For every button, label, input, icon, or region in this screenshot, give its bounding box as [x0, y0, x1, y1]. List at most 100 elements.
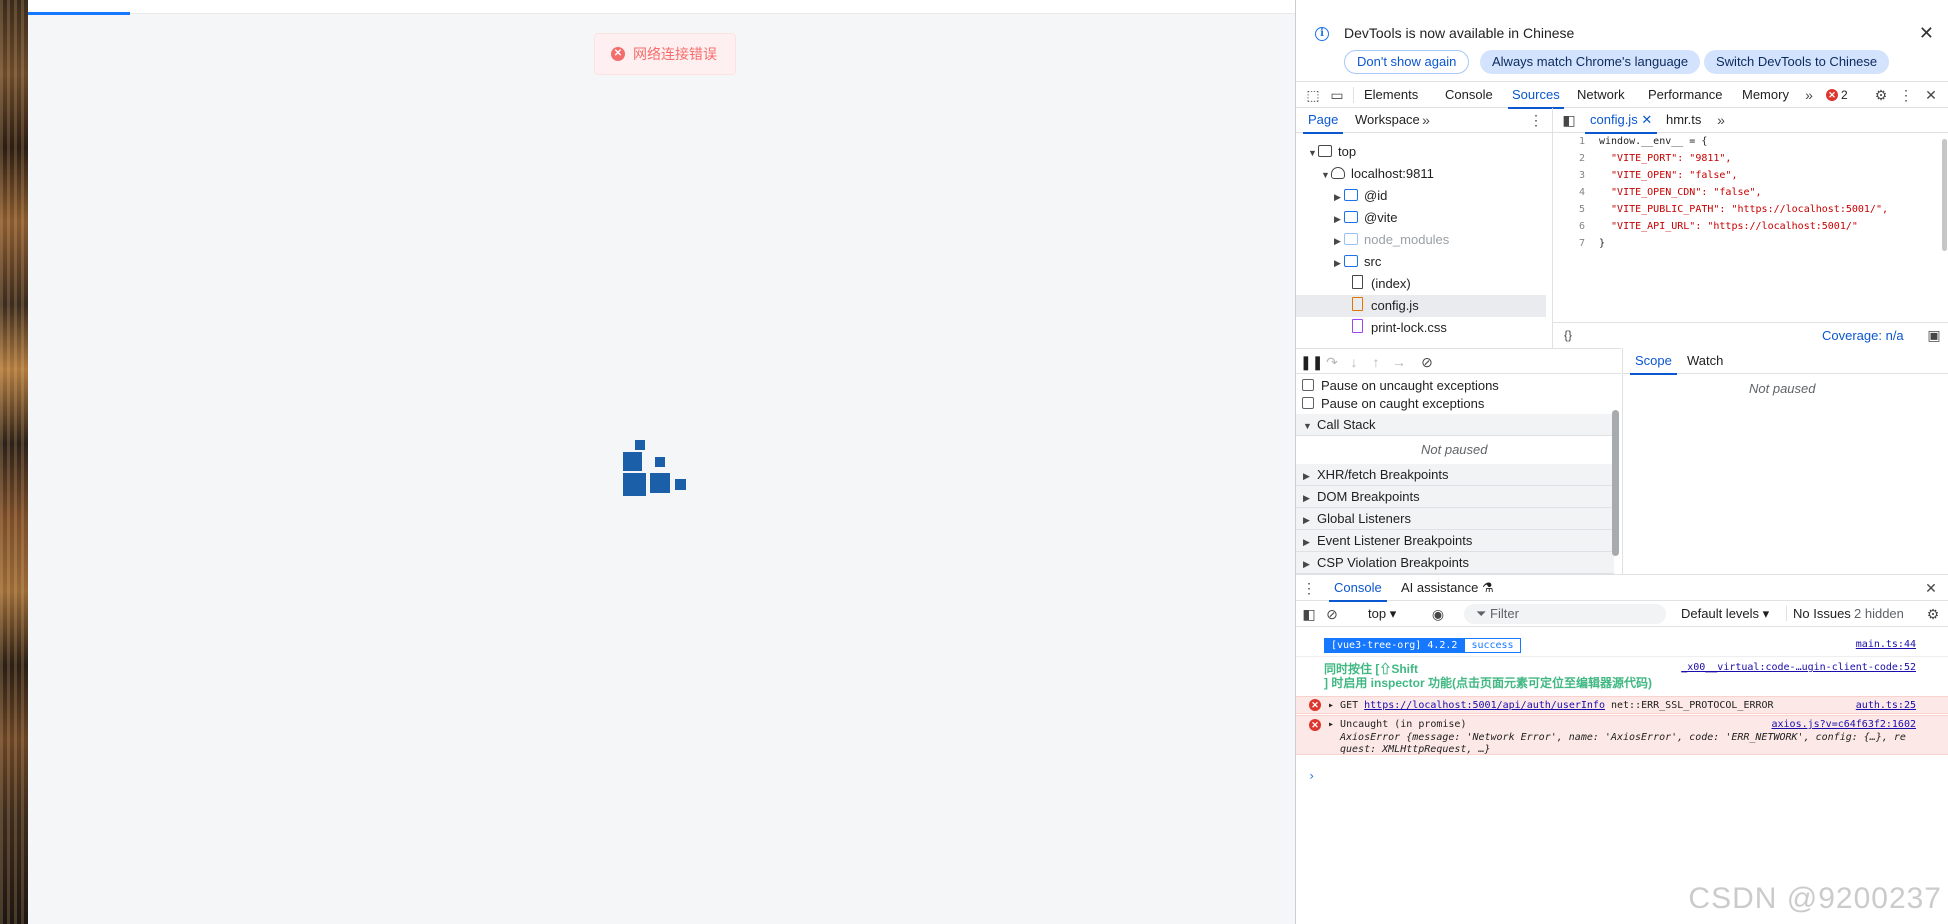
editor-scrollbar[interactable]	[1942, 139, 1947, 251]
folder-icon	[1344, 189, 1358, 201]
tab-elements[interactable]: Elements	[1364, 82, 1418, 108]
tab-memory[interactable]: Memory	[1742, 82, 1789, 108]
pretty-print-icon[interactable]: {}	[1559, 326, 1577, 344]
pause-icon[interactable]: ❚❚	[1300, 353, 1323, 371]
section-event-listener-breakpoints[interactable]: ▶ Event Listener Breakpoints	[1296, 530, 1614, 552]
more-options-icon[interactable]: ⋮	[1897, 86, 1915, 104]
nav-menu-icon[interactable]: ⋮	[1527, 111, 1545, 129]
code-line: 5 "VITE_PUBLIC_PATH": "https://localhost…	[1578, 204, 1888, 215]
tree-item-print-lock-css[interactable]: print-lock.css	[1296, 317, 1546, 339]
tree-item-folder-vite[interactable]: ▶ @vite	[1296, 207, 1546, 229]
console-error: ✕ ▸ GET https://localhost:5001/api/auth/…	[1296, 696, 1948, 714]
tree-item-folder-src[interactable]: ▶ src	[1296, 251, 1546, 273]
tab-watch[interactable]: Watch	[1687, 349, 1723, 374]
tree-item-top[interactable]: ▼ top	[1296, 141, 1546, 163]
checkbox-icon	[1302, 379, 1314, 391]
dont-show-again-button[interactable]: Don't show again	[1344, 50, 1470, 74]
deactivate-breakpoints-icon[interactable]: ⊘	[1418, 353, 1436, 371]
app-active-tab-indicator	[28, 12, 130, 15]
source-link[interactable]: axios.js?v=c64f63f2:1602	[1772, 719, 1917, 730]
file-tab-hmr-ts[interactable]: hmr.ts	[1666, 108, 1701, 133]
drawer-tab-console[interactable]: Console	[1329, 576, 1387, 602]
close-devtools-icon[interactable]: ✕	[1922, 86, 1940, 104]
tree-item-folder-node-modules[interactable]: ▶ node_modules	[1296, 229, 1546, 251]
debugger-sidebar: Pause on uncaught exceptions Pause on ca…	[1296, 374, 1621, 574]
log-levels-dropdown[interactable]: Default levels ▾	[1681, 606, 1769, 622]
close-drawer-icon[interactable]: ✕	[1922, 579, 1940, 597]
inspect-element-icon[interactable]: ⬚	[1304, 86, 1322, 104]
section-xhr-breakpoints[interactable]: ▶ XHR/fetch Breakpoints	[1296, 464, 1614, 486]
tab-console[interactable]: Console	[1445, 82, 1493, 108]
section-call-stack[interactable]: ▼ Call Stack	[1296, 414, 1614, 436]
console-filter-input[interactable]: ⏷ Filter	[1464, 604, 1666, 624]
tab-scope[interactable]: Scope	[1630, 349, 1677, 375]
language-infobar: i DevTools is now available in Chinese ✕…	[1296, 14, 1948, 82]
tab-workspace[interactable]: Workspace	[1355, 108, 1420, 133]
flask-icon: ⚗	[1481, 580, 1494, 595]
close-tab-icon[interactable]: ✕	[1641, 112, 1652, 127]
source-link[interactable]: main.ts:44	[1856, 639, 1916, 650]
more-file-tabs-icon[interactable]: »	[1712, 111, 1730, 129]
code-line: 2 "VITE_PORT": "9811",	[1578, 153, 1732, 164]
error-icon: ✕	[1826, 89, 1838, 101]
tab-sources[interactable]: Sources	[1508, 82, 1564, 109]
clear-console-icon[interactable]: ⊘	[1323, 605, 1341, 623]
section-global-listeners[interactable]: ▶ Global Listeners	[1296, 508, 1614, 530]
source-link[interactable]: _x00__virtual:code-…ugin-client-code:52	[1681, 662, 1916, 673]
tree-item-config-js[interactable]: config.js	[1296, 295, 1546, 317]
drawer-menu-icon[interactable]: ⋮	[1300, 579, 1318, 597]
toggle-drawer-icon[interactable]: ▣	[1925, 326, 1943, 344]
request-url-link[interactable]: https://localhost:5001/api/auth/userInfo	[1364, 700, 1605, 711]
console-output[interactable]: [vue3-tree-org] 4.2.2 success main.ts:44 …	[1296, 627, 1948, 924]
more-tabs-icon[interactable]: »	[1800, 86, 1818, 104]
tree-item-origin[interactable]: ▼ localhost:9811	[1296, 163, 1546, 185]
issues-counter[interactable]: No Issues	[1786, 606, 1851, 621]
close-icon[interactable]: ✕	[1919, 23, 1934, 44]
console-sidebar-icon[interactable]: ◧	[1300, 605, 1318, 623]
code-editor[interactable]: 1 window.__env__ = { 2 "VITE_PORT": "9811…	[1553, 133, 1948, 320]
scope-watch-pane: Scope Watch Not paused	[1622, 348, 1948, 574]
debugger-scrollbar[interactable]	[1612, 410, 1619, 556]
live-expression-eye-icon[interactable]: ◉	[1429, 605, 1447, 623]
section-dom-breakpoints[interactable]: ▶ DOM Breakpoints	[1296, 486, 1614, 508]
step-into-icon[interactable]: ↓	[1345, 353, 1363, 371]
sources-subbar: Page Workspace » ⋮ ◧ config.js ✕ hmr.ts …	[1296, 108, 1948, 134]
more-nav-tabs-icon[interactable]: »	[1417, 111, 1435, 129]
match-language-button[interactable]: Always match Chrome's language	[1480, 50, 1701, 74]
axios-error-object[interactable]: AxiosError {message: 'Network Error', na…	[1340, 732, 1906, 743]
context-selector[interactable]: top ▾	[1368, 606, 1396, 622]
tree-item-index[interactable]: (index)	[1296, 273, 1546, 295]
console-message: [vue3-tree-org] 4.2.2 success main.ts:44	[1296, 635, 1948, 657]
tab-performance[interactable]: Performance	[1648, 82, 1722, 108]
not-paused-label: Not paused	[1421, 442, 1488, 457]
vue-tree-org-badge: [vue3-tree-org] 4.2.2	[1324, 638, 1465, 653]
console-prompt-icon[interactable]: ›	[1308, 769, 1315, 783]
file-icon	[1352, 275, 1363, 289]
pause-caught-checkbox[interactable]: Pause on caught exceptions	[1302, 394, 1484, 412]
step-icon[interactable]: →	[1390, 353, 1408, 371]
error-icon: ✕	[1309, 699, 1321, 711]
file-tab-config-js[interactable]: config.js ✕	[1584, 108, 1658, 134]
error-counter[interactable]: ✕ 2	[1826, 88, 1848, 102]
console-error: ✕ ▸ Uncaught (in promise) axios.js?v=c64…	[1296, 715, 1948, 755]
step-over-icon[interactable]: ↷	[1323, 353, 1341, 371]
step-out-icon[interactable]: ↑	[1367, 353, 1385, 371]
pause-uncaught-checkbox[interactable]: Pause on uncaught exceptions	[1302, 376, 1499, 394]
toggle-navigator-icon[interactable]: ◧	[1560, 111, 1578, 129]
source-link[interactable]: auth.ts:25	[1856, 700, 1916, 711]
frame-icon	[1318, 145, 1332, 157]
switch-to-chinese-button[interactable]: Switch DevTools to Chinese	[1704, 50, 1890, 74]
watermark: CSDN @9200237	[1688, 882, 1942, 915]
coverage-link[interactable]: Coverage: n/a	[1822, 328, 1904, 343]
drawer-tab-ai-assistance[interactable]: AI assistance ⚗	[1401, 576, 1494, 601]
tab-page[interactable]: Page	[1302, 108, 1344, 134]
checkbox-icon	[1302, 397, 1314, 409]
tree-item-folder-id[interactable]: ▶ @id	[1296, 185, 1546, 207]
tab-network[interactable]: Network	[1577, 82, 1625, 108]
settings-gear-icon[interactable]: ⚙	[1872, 86, 1890, 104]
device-toolbar-icon[interactable]: ▭	[1328, 86, 1346, 104]
section-csp-breakpoints[interactable]: ▶ CSP Violation Breakpoints	[1296, 552, 1614, 574]
infobar-message: DevTools is now available in Chinese	[1344, 25, 1575, 41]
console-settings-gear-icon[interactable]: ⚙	[1924, 605, 1942, 623]
code-line: 6 "VITE_API_URL": "https://localhost:500…	[1578, 221, 1858, 232]
